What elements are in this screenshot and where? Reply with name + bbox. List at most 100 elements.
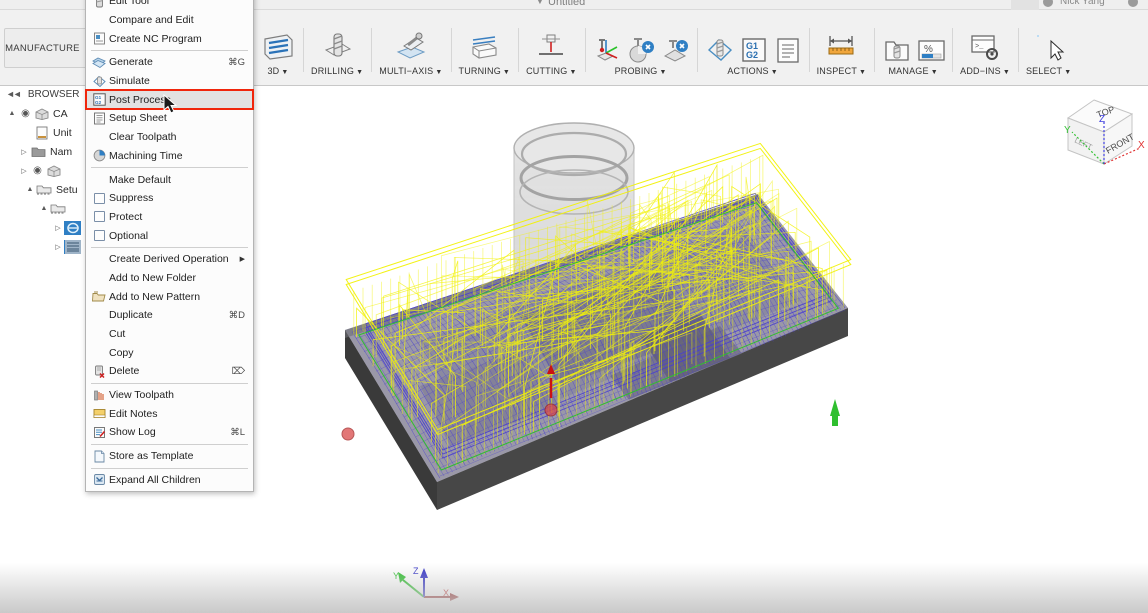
menu-separator xyxy=(91,382,248,384)
chevron-down-icon[interactable]: ▼ xyxy=(1064,69,1071,76)
workspace-selector[interactable]: MANUFACTURE ▼ xyxy=(4,28,92,68)
pattern-folder-icon xyxy=(92,290,106,304)
chevron-down-icon[interactable]: ▼ xyxy=(356,69,363,76)
ribbon-label-turning[interactable]: TURNING xyxy=(459,66,501,76)
menu-item-simulate[interactable]: Simulate xyxy=(86,72,253,91)
select-icon[interactable] xyxy=(1032,30,1066,64)
view-cube[interactable]: TOP FRONT LEFT X Y Z xyxy=(1050,88,1148,183)
menu-item-make-default[interactable]: Make Default xyxy=(86,170,253,189)
expand-all-icon xyxy=(92,473,106,487)
expand-arrow-icon[interactable]: ▷ xyxy=(52,224,64,232)
ribbon-label-select[interactable]: SELECT xyxy=(1026,66,1062,76)
menu-item-store-as-template[interactable]: Store as Template xyxy=(86,447,253,466)
menu-item-suppress[interactable]: Suppress xyxy=(86,189,253,208)
menu-item-view-toolpath[interactable]: View Toolpath xyxy=(86,386,253,405)
chevron-down-icon[interactable]: ▼ xyxy=(1003,69,1010,76)
post-process-g1g2-icon[interactable]: G1 G2 xyxy=(739,34,767,64)
cutting-icon[interactable] xyxy=(534,30,568,64)
expand-arrow-icon[interactable]: ▲ xyxy=(38,205,50,212)
chevron-down-icon[interactable]: ▼ xyxy=(771,69,778,76)
setup-sheet-icon[interactable] xyxy=(773,34,801,64)
checkbox-icon xyxy=(92,210,106,224)
visibility-eye-icon[interactable]: ◉ xyxy=(30,165,45,176)
chevron-down-icon[interactable]: ▼ xyxy=(931,69,938,76)
menu-item-shortcut: ⌘D xyxy=(228,309,245,321)
svg-text:G2: G2 xyxy=(746,50,758,60)
chevron-down-icon[interactable]: ▼ xyxy=(569,69,576,76)
menu-item-edit-notes[interactable]: Edit Notes xyxy=(86,404,253,423)
expand-arrow-icon[interactable]: ▷ xyxy=(18,167,30,175)
menu-item-post-process[interactable]: G1 G2 Post Process xyxy=(85,89,254,111)
expand-arrow-icon[interactable]: ▷ xyxy=(18,148,30,156)
probe-geometry-icon[interactable] xyxy=(627,34,655,64)
menu-item-expand-all-children[interactable]: Expand All Children xyxy=(86,471,253,490)
ribbon-label-add-ins[interactable]: ADD−INS xyxy=(960,66,1001,76)
chevron-down-icon[interactable]: ▼ xyxy=(281,69,288,76)
multi-axis-icon[interactable] xyxy=(394,30,428,64)
measure-icon[interactable] xyxy=(824,30,858,64)
tree-item-label: CA xyxy=(53,107,68,120)
probe-wcs-icon[interactable] xyxy=(593,34,621,64)
machining-time-icon[interactable]: % xyxy=(916,34,945,64)
operation-context-menu[interactable]: Edit Tool Compare and Edit Create NC Progr… xyxy=(85,0,254,493)
menu-item-create-nc-program[interactable]: Create NC Program xyxy=(86,29,253,48)
workspace-label: MANUFACTURE xyxy=(5,42,80,54)
simulate-icon[interactable] xyxy=(705,34,733,64)
menu-item-show-log[interactable]: Show Log ⌘L xyxy=(86,423,253,442)
view-toolpath-icon xyxy=(92,388,106,402)
menu-separator xyxy=(91,167,248,169)
menu-item-protect[interactable]: Protect xyxy=(86,208,253,227)
menu-item-label: Cut xyxy=(109,328,126,341)
chevron-down-icon[interactable]: ▼ xyxy=(660,69,667,76)
menu-item-clear-toolpath[interactable]: Clear Toolpath xyxy=(86,128,253,147)
menu-item-setup-sheet[interactable]: Setup Sheet xyxy=(86,109,253,128)
ribbon-label-3d[interactable]: 3D xyxy=(267,66,279,76)
menu-item-no-icon xyxy=(92,346,106,360)
ribbon-label-multi-axis[interactable]: MULTI−AXIS xyxy=(379,66,433,76)
ribbon-group-manage: % MANAGE ▼ xyxy=(874,22,952,86)
titlebar-button[interactable] xyxy=(1011,0,1039,10)
menu-item-generate[interactable]: Generate ⌘G xyxy=(86,53,253,72)
drilling-icon[interactable] xyxy=(320,30,354,64)
menu-item-create-derived-operation[interactable]: Create Derived Operation ▶ xyxy=(86,250,253,269)
menu-item-duplicate[interactable]: Duplicate ⌘D xyxy=(86,306,253,325)
turning-icon[interactable] xyxy=(467,30,501,64)
document-icon: ▼ xyxy=(535,0,545,7)
menu-item-delete[interactable]: Delete ⌦ xyxy=(86,362,253,381)
chevron-down-icon[interactable]: ▼ xyxy=(859,69,866,76)
ribbon-label-inspect[interactable]: INSPECT xyxy=(817,66,857,76)
chevron-down-icon[interactable]: ▼ xyxy=(435,69,442,76)
menu-item-edit-tool[interactable]: Edit Tool xyxy=(86,0,253,11)
menu-item-add-to-new-folder[interactable]: Add to New Folder xyxy=(86,269,253,288)
ribbon-label-cutting[interactable]: CUTTING xyxy=(526,66,567,76)
menu-separator xyxy=(91,467,248,469)
probe-surface-icon[interactable] xyxy=(661,34,689,64)
collapse-panel-icon[interactable]: ◄◄ xyxy=(6,89,22,99)
tool-library-icon[interactable] xyxy=(882,34,910,64)
ribbon-label-drilling[interactable]: DRILLING xyxy=(311,66,354,76)
menu-item-label: Post Process xyxy=(109,93,171,106)
delete-icon xyxy=(92,364,106,378)
menu-item-label: Optional xyxy=(109,229,149,242)
user-name-label[interactable]: Nick Yang xyxy=(1060,0,1105,7)
scripts-addins-icon[interactable]: >_ xyxy=(968,30,1002,64)
menu-item-copy[interactable]: Copy xyxy=(86,343,253,362)
3d-adaptive-icon[interactable] xyxy=(261,30,295,64)
titlebar-circle-icon[interactable] xyxy=(1043,0,1053,7)
menu-item-label: Create Derived Operation xyxy=(109,253,229,266)
notes-icon xyxy=(92,407,106,421)
menu-item-add-to-new-pattern[interactable]: Add to New Pattern xyxy=(86,287,253,306)
menu-item-cut[interactable]: Cut xyxy=(86,325,253,344)
user-avatar[interactable] xyxy=(1128,0,1138,7)
menu-item-shortcut: ⌘L xyxy=(230,426,245,438)
expand-arrow-icon[interactable]: ▷ xyxy=(52,243,64,251)
expand-arrow-icon[interactable]: ▲ xyxy=(24,186,36,193)
expand-arrow-icon[interactable]: ▲ xyxy=(6,110,18,117)
menu-item-optional[interactable]: Optional xyxy=(86,226,253,245)
panel-chevron-icon[interactable]: ⌃ xyxy=(968,0,976,7)
menu-item-machining-time[interactable]: Machining Time xyxy=(86,147,253,166)
menu-item-label: Store as Template xyxy=(109,450,194,463)
visibility-eye-icon[interactable]: ◉ xyxy=(18,108,33,119)
menu-item-compare-and-edit[interactable]: Compare and Edit xyxy=(86,11,253,30)
chevron-down-icon[interactable]: ▼ xyxy=(503,69,510,76)
